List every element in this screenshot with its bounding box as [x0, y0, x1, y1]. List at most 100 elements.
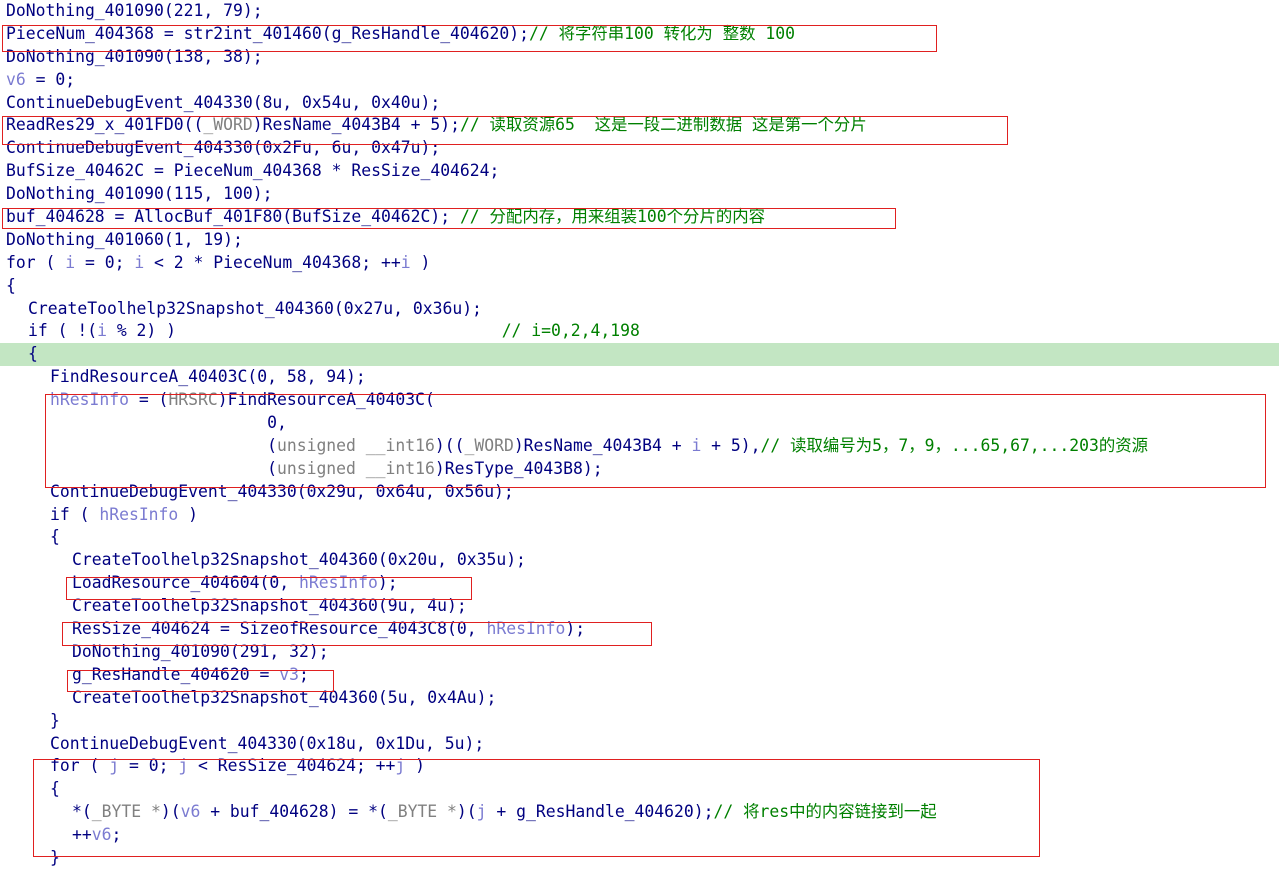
code-line[interactable]: buf_404628 = AllocBuf_401F80(BufSize_404…	[0, 206, 1279, 229]
variable-token: j	[109, 756, 120, 776]
code-token: *(	[72, 802, 92, 822]
code-line[interactable]: ContinueDebugEvent_404330(8u, 0x54u, 0x4…	[0, 92, 1279, 115]
variable-token: v3	[279, 664, 299, 684]
code-token: {	[6, 275, 16, 295]
code-line[interactable]: for ( j = 0; j < ResSize_404624; ++j )	[0, 755, 1279, 778]
code-line[interactable]: (unsigned __int16)((_WORD)ResName_4043B4…	[0, 435, 1279, 458]
code-token: ReadRes29_x_401FD0((	[6, 115, 204, 135]
code-line[interactable]: CreateToolhelp32Snapshot_404360(0x27u, 0…	[0, 298, 1279, 321]
code-line[interactable]: ++v6;	[0, 824, 1279, 847]
code-token: DoNothing_401060(1, 19);	[6, 229, 243, 249]
code-line[interactable]: if ( !(i % 2) ) // i=0,2,4,198	[0, 320, 1279, 343]
code-token: ResSize_404624 = SizeofResource_4043C8(0…	[72, 619, 487, 639]
code-token: = 0;	[75, 252, 135, 272]
code-line[interactable]: }	[0, 710, 1279, 733]
code-token: + g_ResHandle_404620);	[486, 802, 714, 822]
code-line[interactable]: BufSize_40462C = PieceNum_404368 * ResSi…	[0, 160, 1279, 183]
code-line[interactable]: 0,	[0, 412, 1279, 435]
code-token: }	[50, 710, 60, 730]
code-token: CreateToolhelp32Snapshot_404360(0x20u, 0…	[72, 550, 526, 570]
code-token: {	[50, 779, 60, 799]
type-token: HRSRC	[168, 390, 218, 410]
code-token: CreateToolhelp32Snapshot_404360(9u, 4u);	[72, 596, 467, 616]
variable-token: i	[134, 252, 145, 272]
code-line[interactable]: {	[0, 526, 1279, 549]
code-line[interactable]: DoNothing_401090(221, 79);	[0, 0, 1279, 23]
code-line[interactable]: {	[0, 275, 1279, 298]
code-token: = 0;	[25, 69, 76, 89]
code-token: PieceNum_404368 = str2int_401460(g_ResHa…	[6, 23, 530, 43]
variable-token: hResInfo	[298, 573, 378, 593]
code-comment: // 读取编号为5，7，9，...65,67,...203的资源	[760, 435, 1149, 455]
type-token: unsigned __int16	[276, 458, 435, 478]
code-line[interactable]: LoadResource_404604(0, hResInfo);	[0, 572, 1279, 595]
code-line-highlighted[interactable]: {	[0, 343, 1279, 367]
code-token: )((	[434, 435, 465, 455]
code-token: < ResSize_404624; ++	[188, 756, 396, 776]
code-token: ContinueDebugEvent_404330(8u, 0x54u, 0x4…	[6, 92, 441, 112]
code-comment: // i=0,2,4,198	[501, 321, 640, 341]
code-line[interactable]: DoNothing_401060(1, 19);	[0, 229, 1279, 252]
code-token: FindResourceA_40403C(0, 58, 94);	[50, 367, 366, 387]
variable-token: i	[400, 252, 411, 272]
code-token: {	[50, 527, 60, 547]
code-line[interactable]: for ( i = 0; i < 2 * PieceNum_404368; ++…	[0, 252, 1279, 275]
type-token: _BYTE *	[387, 802, 457, 822]
code-token: )(	[160, 802, 181, 822]
variable-token: j	[178, 756, 189, 776]
code-line[interactable]: FindResourceA_40403C(0, 58, 94);	[0, 366, 1279, 389]
code-line[interactable]: DoNothing_401090(138, 38);	[0, 46, 1279, 69]
code-line[interactable]: ContinueDebugEvent_404330(0x29u, 0x64u, …	[0, 481, 1279, 504]
code-line[interactable]: DoNothing_401090(291, 32);	[0, 641, 1279, 664]
code-token: )	[410, 252, 431, 272]
code-token: DoNothing_401090(115, 100);	[6, 184, 273, 204]
code-token: DoNothing_401090(291, 32);	[72, 641, 329, 661]
code-token: )FindResourceA_40403C(	[217, 390, 435, 410]
variable-token: v6	[91, 825, 112, 845]
code-token: for (	[50, 756, 110, 776]
code-line[interactable]: DoNothing_401090(115, 100);	[0, 183, 1279, 206]
code-line[interactable]: }	[0, 847, 1279, 870]
code-line[interactable]: *(_BYTE *)(v6 + buf_404628) = *(_BYTE *)…	[0, 801, 1279, 824]
code-token: = (	[128, 390, 169, 410]
code-token: )ResName_4043B4 + 5);	[252, 115, 460, 135]
code-token: ;	[111, 825, 122, 845]
code-line[interactable]: if ( hResInfo )	[0, 504, 1279, 527]
variable-token: i	[691, 435, 702, 455]
code-line[interactable]: CreateToolhelp32Snapshot_404360(0x20u, 0…	[0, 549, 1279, 572]
variable-token: j	[395, 756, 406, 776]
code-line[interactable]: (unsigned __int16)ResType_4043B8);	[0, 458, 1279, 481]
code-token: );	[377, 573, 398, 593]
code-token: if ( !(	[28, 321, 98, 341]
code-token: DoNothing_401090(138, 38);	[6, 46, 263, 66]
code-line[interactable]: ReadRes29_x_401FD0((_WORD)ResName_4043B4…	[0, 114, 1279, 137]
code-token: (	[50, 435, 277, 455]
code-line[interactable]: {	[0, 778, 1279, 801]
code-token: ContinueDebugEvent_404330(0x29u, 0x64u, …	[50, 481, 514, 501]
code-token: + buf_404628) = *(	[200, 802, 388, 822]
code-line[interactable]: PieceNum_404368 = str2int_401460(g_ResHa…	[0, 23, 1279, 46]
code-line[interactable]: hResInfo = (HRSRC)FindResourceA_40403C(	[0, 389, 1279, 412]
code-line[interactable]: CreateToolhelp32Snapshot_404360(9u, 4u);	[0, 595, 1279, 618]
code-token: );	[565, 619, 586, 639]
variable-token: j	[476, 802, 487, 822]
variable-token: hResInfo	[50, 390, 129, 410]
variable-token: i	[65, 252, 76, 272]
code-line[interactable]: g_ResHandle_404620 = v3;	[0, 664, 1279, 687]
code-comment: // 读取资源65 这是一段二进制数据 这是第一个分片	[459, 115, 867, 135]
code-token: ContinueDebugEvent_404330(0x2Fu, 6u, 0x4…	[6, 138, 441, 158]
type-token: _BYTE *	[91, 802, 161, 822]
code-token: }	[50, 847, 60, 867]
code-token: {	[28, 344, 38, 364]
code-line[interactable]: ContinueDebugEvent_404330(0x2Fu, 6u, 0x4…	[0, 137, 1279, 160]
code-token: ContinueDebugEvent_404330(0x18u, 0x1Du, …	[50, 733, 485, 753]
code-line[interactable]: CreateToolhelp32Snapshot_404360(5u, 0x4A…	[0, 687, 1279, 710]
code-token: for (	[6, 252, 66, 272]
pseudocode-view[interactable]: DoNothing_401090(221, 79); PieceNum_40436…	[0, 0, 1279, 870]
code-token: )ResType_4043B8);	[434, 458, 603, 478]
code-token: )(	[456, 802, 477, 822]
code-line[interactable]: v6 = 0;	[0, 69, 1279, 92]
code-line[interactable]: ResSize_404624 = SizeofResource_4043C8(0…	[0, 618, 1279, 641]
code-line[interactable]: ContinueDebugEvent_404330(0x18u, 0x1Du, …	[0, 733, 1279, 756]
code-token: buf_404628 = AllocBuf_401F80(BufSize_404…	[6, 207, 460, 227]
